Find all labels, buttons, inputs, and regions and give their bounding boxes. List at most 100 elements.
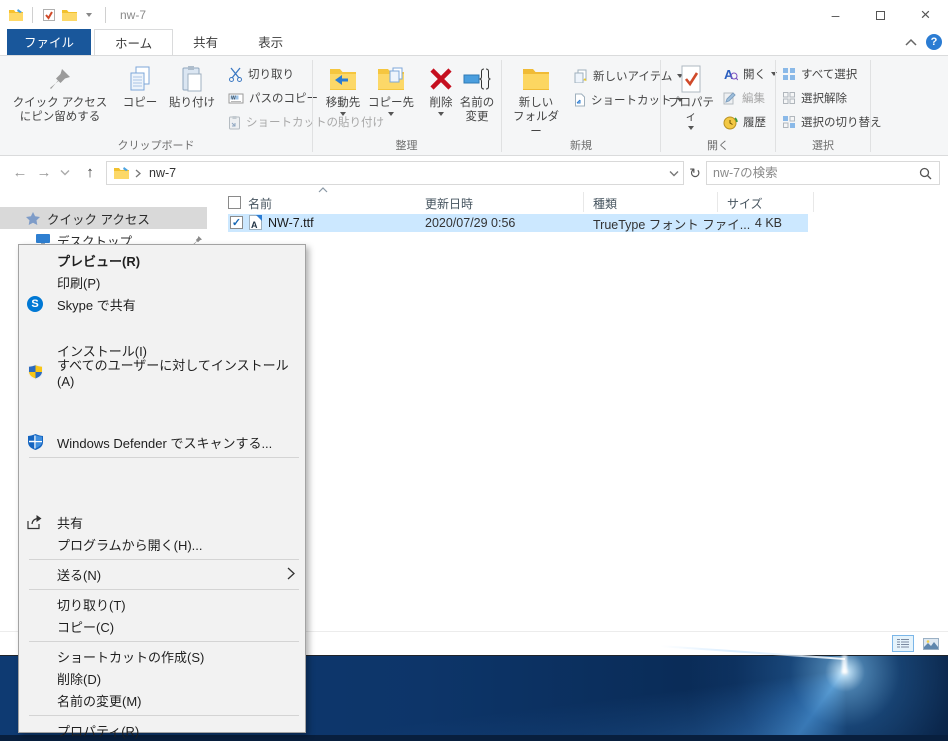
menu-item-cut[interactable]: 切り取り(T) xyxy=(19,593,305,615)
menu-item-send-to[interactable]: 送る(N) xyxy=(19,563,305,585)
move-to-button[interactable]: 移動先 xyxy=(321,62,365,117)
tab-view[interactable]: 表示 xyxy=(238,29,303,55)
address-dropdown-chevron-icon[interactable] xyxy=(669,170,679,177)
copy-to-dropdown-caret xyxy=(388,112,394,117)
column-header-size[interactable]: サイズ xyxy=(727,195,763,212)
column-header-modified[interactable]: 更新日時 xyxy=(425,195,473,212)
menu-item-share-skype[interactable]: S Skype で共有 xyxy=(19,293,305,315)
menu-item-preview[interactable]: プレビュー(R) xyxy=(19,249,305,271)
window-title: nw-7 xyxy=(120,8,147,22)
open-icon: A xyxy=(724,67,738,81)
breadcrumb-chevron-icon xyxy=(135,169,141,177)
copy-to-button[interactable]: コピー先 xyxy=(367,62,415,117)
defender-shield-icon xyxy=(27,434,43,450)
rename-button[interactable]: 名前の 変更 xyxy=(455,62,499,125)
shortcut-icon xyxy=(575,93,585,107)
menu-item-delete[interactable]: 削除(D) xyxy=(19,667,305,689)
close-button[interactable]: × xyxy=(903,0,948,30)
edit-icon xyxy=(723,92,736,105)
menu-separator xyxy=(29,714,299,716)
menu-item-copy[interactable]: コピー(C) xyxy=(19,615,305,637)
scissors-icon xyxy=(229,67,242,82)
menu-spacer xyxy=(19,315,305,339)
file-type: TrueType フォント ファイ... xyxy=(593,217,751,232)
history-button[interactable]: 履歴 xyxy=(723,112,766,132)
new-folder-icon xyxy=(521,62,551,96)
back-icon[interactable]: ← xyxy=(8,164,32,181)
open-button[interactable]: A 開く xyxy=(723,64,777,84)
minimize-button[interactable]: – xyxy=(813,0,858,30)
skype-icon: S xyxy=(27,296,43,312)
copy-path-button[interactable]: W パスのコピー xyxy=(228,88,318,108)
cut-button[interactable]: 切り取り xyxy=(228,64,294,84)
search-input[interactable] xyxy=(707,166,919,180)
collapse-ribbon-icon[interactable] xyxy=(904,38,918,47)
menu-item-print[interactable]: 印刷(P) xyxy=(19,271,305,293)
column-separator[interactable] xyxy=(813,192,814,212)
menu-item-rename[interactable]: 名前の変更(M) xyxy=(19,689,305,711)
delete-button[interactable]: 削除 xyxy=(423,62,459,117)
titlebar: nw-7 – × xyxy=(0,0,948,30)
menu-separator xyxy=(29,588,299,590)
qat-new-folder-button[interactable] xyxy=(59,5,79,25)
menu-item-defender-scan[interactable]: Windows Defender でスキャンする... xyxy=(19,431,305,453)
details-view-toggle[interactable] xyxy=(892,635,914,652)
tab-home[interactable]: ホーム xyxy=(94,29,174,55)
search-icon[interactable] xyxy=(919,167,932,180)
qat-properties-button[interactable] xyxy=(39,5,59,25)
recent-locations-chevron-icon[interactable] xyxy=(60,169,70,176)
help-icon[interactable]: ? xyxy=(926,34,942,50)
menu-spacer xyxy=(19,461,305,511)
breadcrumb-folder[interactable]: nw-7 xyxy=(149,166,176,180)
paste-button[interactable]: 貼り付け xyxy=(166,62,218,110)
row-checkbox[interactable]: ✓ xyxy=(230,216,243,229)
copy-path-icon: W xyxy=(228,93,244,103)
ribbon-group-organize: 移動先 コピー先 削除 名前の 変更 整理 xyxy=(313,56,500,156)
select-all-button[interactable]: すべて選択 xyxy=(782,64,857,84)
sidebar-item-quick-access[interactable]: クイック アクセス xyxy=(0,207,207,229)
column-separator[interactable] xyxy=(717,192,718,212)
menu-item-properties[interactable]: プロパティ(R) xyxy=(19,719,305,741)
column-separator[interactable] xyxy=(583,192,584,212)
menu-item-open-with[interactable]: プログラムから開く(H)... xyxy=(19,533,305,555)
address-input[interactable]: nw-7 xyxy=(106,161,684,185)
menu-item-create-shortcut[interactable]: ショートカットの作成(S) xyxy=(19,645,305,667)
pin-to-quick-access-button[interactable]: クイック アクセス にピン留めする xyxy=(10,62,110,125)
tab-file[interactable]: ファイル xyxy=(7,29,92,55)
ribbon-group-clipboard: クイック アクセス にピン留めする コピー 貼り付け 切り取り W パスのコピー… xyxy=(0,56,384,156)
copy-button[interactable]: コピー xyxy=(118,62,162,110)
file-modified: 2020/07/29 0:56 xyxy=(425,216,516,230)
thumbnail-view-toggle[interactable] xyxy=(920,635,942,652)
menu-spacer xyxy=(19,383,305,431)
new-item-icon xyxy=(574,69,587,83)
delete-icon xyxy=(428,62,454,96)
menu-item-install-all-users[interactable]: すべてのユーザーに対してインストール(A) xyxy=(19,358,305,389)
delete-dropdown-caret xyxy=(438,112,444,117)
up-icon[interactable]: ↑ xyxy=(78,164,102,181)
column-header-type[interactable]: 種類 xyxy=(593,195,617,212)
forward-icon[interactable]: → xyxy=(32,164,56,181)
titlebar-separator xyxy=(32,7,33,23)
move-to-icon xyxy=(328,62,358,96)
sort-ascending-icon[interactable] xyxy=(318,187,328,193)
search-box xyxy=(706,161,940,185)
invert-selection-button[interactable]: 選択の切り替え xyxy=(782,112,882,132)
properties-dropdown-caret xyxy=(688,125,694,130)
ribbon-tab-bar: ファイル ホーム 共有 表示 xyxy=(0,29,948,56)
refresh-icon[interactable]: ↻ xyxy=(686,161,704,185)
font-file-icon: A xyxy=(249,215,262,230)
menu-separator xyxy=(29,558,299,560)
select-none-button[interactable]: 選択解除 xyxy=(782,88,847,108)
paste-icon xyxy=(180,62,204,96)
properties-button[interactable]: プロパティ xyxy=(665,62,717,130)
edit-button[interactable]: 編集 xyxy=(723,88,765,108)
menu-item-share[interactable]: 共有 xyxy=(19,511,305,533)
submenu-arrow-icon xyxy=(287,567,295,580)
new-folder-button[interactable]: 新しい フォルダー xyxy=(508,62,564,139)
group-label-clipboard: クリップボード xyxy=(117,140,195,152)
file-row-nw7[interactable]: ✓ A NW-7.ttf 2020/07/29 0:56 TrueType フォ… xyxy=(228,214,808,232)
tab-share[interactable]: 共有 xyxy=(173,29,238,55)
select-all-checkbox[interactable] xyxy=(228,196,241,209)
maximize-button[interactable] xyxy=(858,0,903,30)
qat-customize-dropdown[interactable] xyxy=(79,5,99,25)
